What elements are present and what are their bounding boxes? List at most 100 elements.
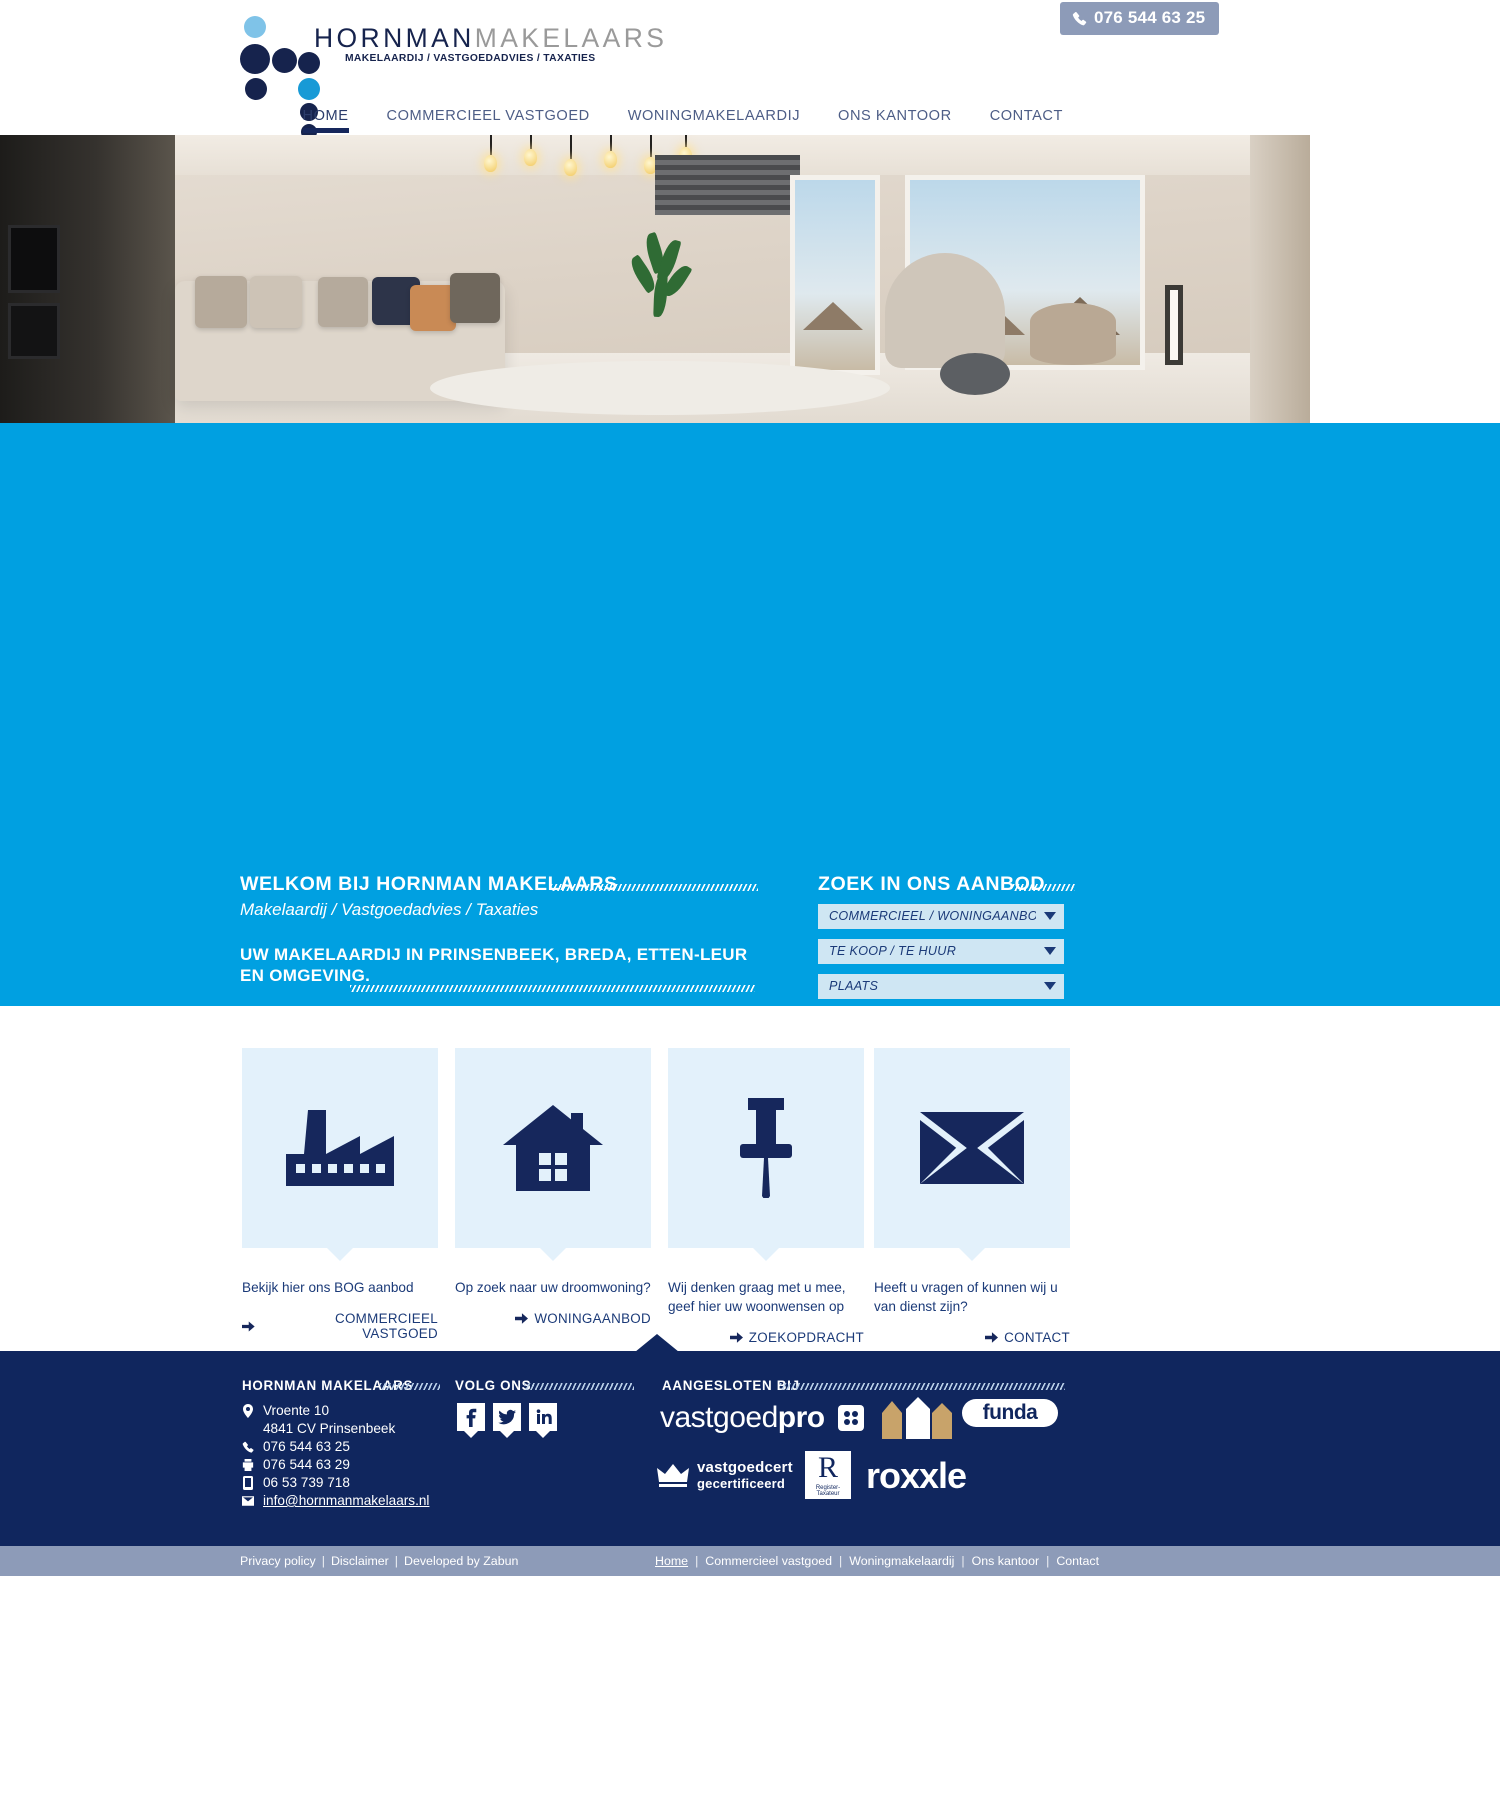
- arrow-right-icon: [242, 1320, 255, 1332]
- welcome-heading-dashes: [551, 884, 758, 891]
- link-developed-by[interactable]: Developed by Zabun: [404, 1554, 518, 1568]
- house-icon: [503, 1105, 603, 1191]
- fax-icon: [242, 1458, 254, 1471]
- partner-register-letter: R: [817, 1451, 838, 1484]
- social-twitter[interactable]: [493, 1403, 521, 1438]
- separator: |: [839, 1554, 843, 1568]
- section-heading-dashes: [350, 985, 755, 992]
- feature-caption: Op zoek naar uw droomwoning?: [455, 1280, 651, 1295]
- logo-name-bold: HORNMAN: [314, 23, 475, 53]
- partner-vastgoedcert-bottom: gecertificeerd: [697, 1476, 786, 1491]
- vastgoedpro-logo-icon: [844, 1411, 858, 1425]
- footer-address: Vroente 10: [242, 1403, 329, 1418]
- logo-name-light: MAKELAARS: [474, 23, 668, 53]
- footer-fax-row: 076 544 63 29: [242, 1457, 350, 1472]
- bottom-link-contact[interactable]: Contact: [1056, 1554, 1099, 1568]
- social-facebook[interactable]: [457, 1403, 485, 1438]
- linkedin-icon: [536, 1409, 552, 1424]
- nav-item-woning[interactable]: WONINGMAKELAARDIJ: [609, 108, 819, 133]
- footer-col2-heading: VOLG ONS: [455, 1378, 532, 1393]
- feature-tile: [668, 1048, 864, 1261]
- footer-col3-dashes: [780, 1383, 1065, 1390]
- footer-phone: 076 544 63 25: [263, 1439, 350, 1454]
- bottom-link-woning[interactable]: Woningmakelaardij: [849, 1554, 954, 1568]
- feature-box-zoekopdracht[interactable]: Wij denken graag met u mee, geef hier uw…: [668, 1048, 864, 1345]
- envelope-icon: [242, 1495, 254, 1506]
- nav-item-home[interactable]: HOME: [284, 108, 368, 133]
- feature-link-zoekopdracht[interactable]: ZOEKOPDRACHT: [668, 1330, 864, 1345]
- search-select-koop-huur[interactable]: TE KOOP / TE HUUR: [818, 939, 1064, 964]
- separator: |: [394, 1554, 399, 1568]
- footer-fax: 076 544 63 29: [263, 1457, 350, 1472]
- nav-item-kantoor[interactable]: ONS KANTOOR: [819, 108, 971, 133]
- partner-vastgoedpro-light: vastgoed: [660, 1401, 778, 1434]
- feature-link-label: WONINGAANBOD: [534, 1311, 651, 1326]
- bottom-link-home[interactable]: Home: [655, 1554, 688, 1568]
- footer-col1-dashes: [380, 1383, 440, 1390]
- partner-vastgoedpro-mark: [838, 1405, 864, 1431]
- feature-box-contact[interactable]: Heeft u vragen of kunnen wij u van diens…: [874, 1048, 1070, 1345]
- bottom-bar-right-links: Home | Commercieel vastgoed | Woningmakela…: [655, 1554, 1099, 1568]
- partner-register-taxateur[interactable]: R Register-Taxateur: [805, 1451, 851, 1499]
- footer-email-link[interactable]: info@hornmanmakelaars.nl: [263, 1493, 429, 1508]
- social-linkedin[interactable]: [529, 1403, 557, 1438]
- partner-roxxle[interactable]: roxxle: [866, 1455, 967, 1497]
- footer-address-line2-row: 4841 CV Prinsenbeek: [263, 1421, 395, 1436]
- partner-roxxle-text: roxxle: [866, 1455, 967, 1496]
- nav-item-contact[interactable]: CONTACT: [971, 108, 1082, 133]
- footer-phone-row: 076 544 63 25: [242, 1439, 350, 1454]
- select-koop-huur[interactable]: TE KOOP / TE HUUR: [818, 939, 1064, 964]
- gutter-footer: [1310, 1351, 1500, 1546]
- nav-item-commercieel[interactable]: COMMERCIEEL VASTGOED: [368, 108, 609, 133]
- intro-section: WELKOM BIJ HORNMAN MAKELAARS Makelaardij…: [0, 423, 1310, 1300]
- logo-wordmark: HORNMANMAKELAARS: [314, 23, 667, 54]
- location-pin-icon: [243, 1403, 253, 1418]
- link-privacy-policy[interactable]: Privacy policy: [240, 1554, 316, 1568]
- header-phone-number: 076 544 63 25: [1094, 8, 1206, 27]
- select-plaats[interactable]: PLAATS: [818, 974, 1064, 999]
- partner-funda[interactable]: funda: [962, 1399, 1058, 1427]
- site-header: 076 544 63 25 HORNMANMAKELAARS MAKELAARD…: [0, 0, 1500, 140]
- partner-vastgoedcert[interactable]: vastgoedcert gecertificeerd: [657, 1459, 793, 1491]
- bottom-link-kantoor[interactable]: Ons kantoor: [972, 1554, 1040, 1568]
- separator: |: [321, 1554, 325, 1568]
- pin-icon: [740, 1098, 792, 1198]
- twitter-icon: [498, 1409, 516, 1425]
- feature-tile: [455, 1048, 651, 1261]
- envelope-icon: [920, 1112, 1024, 1184]
- gutter-features: [1310, 1006, 1500, 1351]
- section-heading: UW MAKELAARDIJ IN PRINSENBEEK, BREDA, ET…: [240, 945, 748, 985]
- facebook-icon: [466, 1408, 477, 1427]
- feature-link-contact[interactable]: CONTACT: [874, 1330, 1070, 1345]
- gutter-bottombar: [1310, 1546, 1500, 1576]
- feature-tile: [874, 1048, 1070, 1261]
- partner-vastgoedpro-bold: pro: [777, 1401, 825, 1434]
- feature-caption: Wij denken graag met u mee, geef hier uw…: [668, 1280, 846, 1314]
- partner-vastgoedpro[interactable]: vastgoedpro: [660, 1401, 825, 1435]
- partner-register-sub: Register-Taxateur: [815, 1485, 841, 1497]
- feature-link-label: COMMERCIEEL VASTGOED: [335, 1311, 438, 1341]
- feature-box-woningaanbod[interactable]: Op zoek naar uw droomwoning? WONINGAANBO…: [455, 1048, 651, 1326]
- link-disclaimer[interactable]: Disclaimer: [331, 1554, 389, 1568]
- phone-icon: [1072, 11, 1087, 25]
- arrow-right-icon: [729, 1332, 743, 1343]
- welcome-subtitle: Makelaardij / Vastgoedadvies / Taxaties: [240, 900, 539, 919]
- feature-box-commercieel[interactable]: Bekijk hier ons BOG aanbod COMMERCIEEL V…: [242, 1048, 438, 1341]
- feature-caption: Bekijk hier ons BOG aanbod: [242, 1280, 414, 1295]
- select-aanbod-type[interactable]: COMMERCIEEL / WONINGAANBOD: [818, 904, 1064, 929]
- bottom-bar: Privacy policy | Disclaimer | Developed by…: [0, 1546, 1310, 1576]
- feature-boxes-section: Bekijk hier ons BOG aanbod COMMERCIEEL V…: [0, 1006, 1310, 1351]
- search-select-aanbod-type[interactable]: COMMERCIEEL / WONINGAANBOD: [818, 904, 1064, 929]
- footer-col2-dashes: [524, 1383, 634, 1390]
- feature-link-woningaanbod[interactable]: WONINGAANBOD: [455, 1311, 651, 1326]
- header-phone-button[interactable]: 076 544 63 25: [1060, 2, 1220, 35]
- separator: |: [1046, 1554, 1050, 1568]
- logo-tagline: MAKELAARDIJ / VASTGOEDADVIES / TAXATIES: [345, 53, 596, 64]
- social-links: [457, 1403, 557, 1438]
- feature-link-commercieel[interactable]: COMMERCIEEL VASTGOED: [242, 1311, 438, 1341]
- feature-tile: [242, 1048, 438, 1261]
- footer-email-row[interactable]: info@hornmanmakelaars.nl: [242, 1493, 429, 1508]
- search-select-plaats[interactable]: PLAATS: [818, 974, 1064, 999]
- bottom-link-commercieel[interactable]: Commercieel vastgoed: [705, 1554, 832, 1568]
- crown-icon: [657, 1464, 689, 1487]
